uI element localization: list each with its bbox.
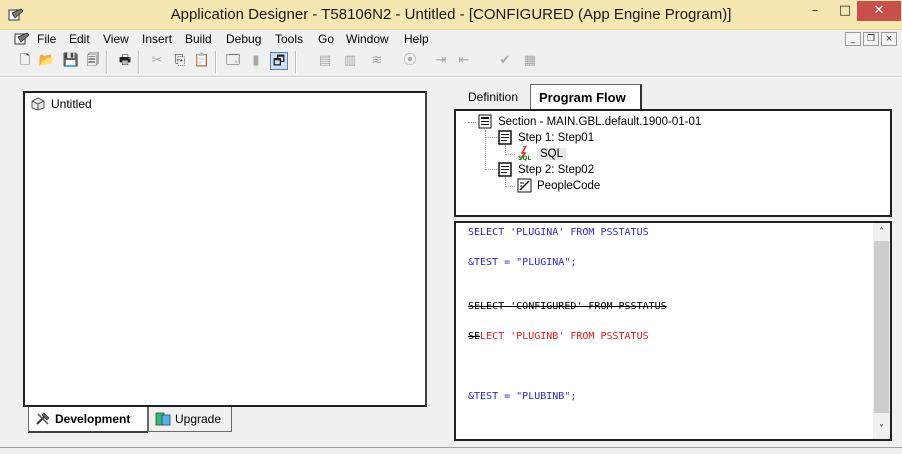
menu-bar: File Edit View Insert Build Debug Tools … — [0, 30, 902, 48]
section-label: Section - MAIN.GBL.default.1900-01-01 — [498, 115, 702, 128]
tab-development[interactable]: Development — [28, 407, 148, 433]
tree-connector — [485, 137, 497, 138]
maximize-button[interactable]: □ — [830, 1, 860, 21]
peoplecode-label: PeopleCode — [537, 179, 601, 192]
step-icon — [498, 162, 512, 177]
sql-action-icon: SQL — [518, 146, 531, 161]
tree-connector — [505, 154, 515, 155]
step-1-label: Step 1: Step01 — [518, 131, 595, 144]
toolbar-separator — [215, 51, 217, 73]
document-minimize-button[interactable]: _ — [845, 32, 861, 46]
paste-icon[interactable]: 📋 — [193, 52, 211, 70]
run-icon[interactable]: ▦ — [521, 52, 539, 70]
menu-debug[interactable]: Debug — [226, 32, 261, 46]
project-workspace-icon[interactable]: 🗗 — [270, 52, 288, 70]
build-icon[interactable]: ▤ — [316, 52, 334, 70]
code-line: SELECT 'PLUGINB' FROM PSSTATUS — [468, 331, 649, 342]
menu-help[interactable]: Help — [404, 32, 429, 46]
toolbar-divider — [0, 76, 902, 78]
object-icon[interactable]: ▮ — [247, 52, 265, 70]
code-line: &TEST = "PLUGINA"; — [468, 257, 577, 268]
flow-step-2[interactable]: Step 2: Step02 — [498, 162, 594, 177]
save-all-icon[interactable]: 🗐 — [84, 52, 102, 70]
document-close-button[interactable]: × — [881, 32, 897, 46]
code-line: SELECT 'PLUGINA' FROM PSSTATUS — [468, 227, 649, 238]
status-bar — [0, 447, 902, 454]
copy-icon[interactable]: ⎘ — [171, 52, 189, 70]
tree-connector — [505, 186, 515, 187]
minimize-button[interactable]: – — [800, 1, 830, 21]
project-workspace[interactable]: Untitled — [23, 91, 427, 407]
section-icon — [478, 114, 492, 129]
menu-go[interactable]: Go — [318, 32, 334, 46]
peoplecode-icon — [517, 178, 532, 193]
new-icon[interactable]: 🗋 — [16, 52, 34, 70]
step-2-label: Step 2: Step02 — [518, 163, 595, 176]
flow-step-1[interactable]: Step 1: Step01 — [498, 130, 594, 145]
tab-program-flow[interactable]: Program Flow — [530, 84, 642, 110]
scroll-thumb[interactable] — [874, 241, 889, 413]
title-bar: Application Designer - T58106N2 - Untitl… — [0, 0, 902, 30]
document-icon[interactable] — [14, 31, 30, 47]
insert-action-icon[interactable]: ⇤ — [455, 52, 473, 70]
code-line: &TEST = "PLUBINB"; — [468, 391, 577, 402]
tab-upgrade-label: Upgrade — [175, 412, 222, 426]
project-tree-root[interactable]: Untitled — [31, 97, 92, 111]
menu-view[interactable]: View — [103, 32, 129, 46]
project-folder-icon — [31, 97, 45, 111]
tree-connector — [485, 130, 486, 170]
menu-file[interactable]: File — [37, 32, 56, 46]
menu-tools[interactable]: Tools — [275, 32, 303, 46]
project-name: Untitled — [51, 97, 92, 111]
validate-icon[interactable]: ✔ — [496, 52, 514, 70]
svg-text:SQL: SQL — [518, 155, 531, 161]
menu-build[interactable]: Build — [185, 32, 212, 46]
tree-connector — [485, 169, 497, 170]
tree-connector — [468, 122, 476, 123]
document-restore-button[interactable]: ❐ — [863, 32, 879, 46]
toolbar-separator — [295, 51, 297, 73]
development-tools-icon — [36, 412, 50, 425]
insert-step-icon[interactable]: ⇥ — [432, 52, 450, 70]
toolbar: 🗋 📂 💾 🗐 🖶 ✂ ⎘ 📋 🗔 ▮ 🗗 ▤ ▥ ≋ ⦿ ⇥ ⇤ ✔ ▦ — [14, 50, 554, 74]
tab-definition[interactable]: Definition — [460, 84, 532, 110]
find-icon[interactable]: ⦿ — [401, 52, 419, 70]
flow-sql-action[interactable]: SQL SQL — [517, 146, 567, 161]
step-icon — [498, 130, 512, 145]
toolbar-separator — [138, 51, 140, 73]
code-strike-prefix: SE — [468, 331, 481, 342]
sql-icon[interactable]: ≋ — [368, 52, 386, 70]
sql-action-label: SQL — [537, 147, 567, 160]
code-line-strikethrough: SELECT 'CONFIGURED' FROM PSSTATUS — [468, 301, 667, 312]
menu-insert[interactable]: Insert — [142, 32, 172, 46]
program-flow-tree[interactable]: Section - MAIN.GBL.default.1900-01-01 St… — [454, 109, 892, 217]
menu-window[interactable]: Window — [346, 32, 389, 46]
code-red-text: LECT 'PLUGINB' FROM PSSTATUS — [480, 331, 649, 342]
toolbar-separator — [106, 51, 108, 73]
window-title: Application Designer - T58106N2 - Untitl… — [170, 6, 732, 23]
code-view[interactable]: SELECT 'PLUGINA' FROM PSSTATUS &TEST = "… — [454, 221, 892, 441]
tab-development-label: Development — [55, 412, 131, 426]
scroll-up-icon[interactable]: ˄ — [873, 224, 890, 241]
vertical-scrollbar[interactable]: ˄ ˅ — [873, 223, 890, 439]
save-icon[interactable]: 💾 — [62, 52, 80, 70]
compile-icon[interactable]: ▥ — [341, 52, 359, 70]
close-button[interactable]: ✕ — [857, 1, 901, 21]
properties-icon[interactable]: 🗔 — [224, 52, 242, 70]
print-icon[interactable]: 🖶 — [116, 52, 134, 70]
menu-edit[interactable]: Edit — [69, 32, 90, 46]
flow-peoplecode-action[interactable]: PeopleCode — [517, 178, 600, 193]
tab-upgrade[interactable]: Upgrade — [148, 407, 232, 432]
scroll-down-icon[interactable]: ˅ — [873, 421, 890, 438]
open-icon[interactable]: 📂 — [38, 52, 56, 70]
cut-icon[interactable]: ✂ — [148, 52, 166, 70]
upgrade-icon — [155, 412, 171, 426]
flow-section[interactable]: Section - MAIN.GBL.default.1900-01-01 — [478, 114, 701, 129]
